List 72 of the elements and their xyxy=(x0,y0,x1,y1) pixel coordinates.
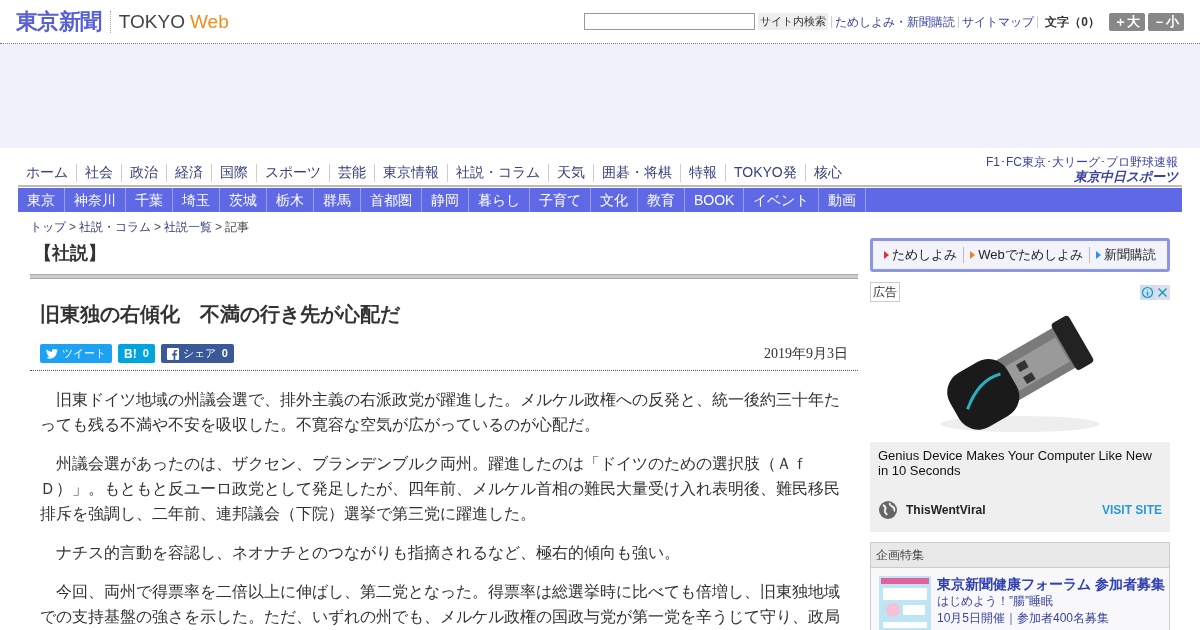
bird-icon xyxy=(46,348,58,359)
article-paragraph: 州議会選があったのは、ザクセン、ブランデンブルク両州。躍進したのは「ドイツのための選択肢（ＡｆＤ）」。もともと反ユーロ政党として発足したが、四年前、メルケル首相の難民大量受け入れ表明後、難民移民排斥を強調し、二年前、連邦議会（下院）選挙で第三党に躍進した。 xyxy=(40,454,841,524)
regional-nav-link[interactable]: イベント xyxy=(744,188,820,212)
feature-text: 10月5日開催｜参加者400名募集 xyxy=(937,610,1111,627)
search-field[interactable] xyxy=(584,13,756,30)
facebook-share-button[interactable]: シェア 0 xyxy=(160,344,234,363)
article-paragraph: 旧東ドイツ地域の州議会選で、排外主義の右派政党が躍進した。メルケル政権への反発と、統一後約三十年たっても残る不満や不安を吸収した。不寛容な空気が広がっているのが心配だ。 xyxy=(40,390,841,435)
nav-link[interactable]: TOKYO発 xyxy=(726,162,805,183)
regional-nav-link[interactable]: 埼玉 xyxy=(173,188,220,212)
nav-link[interactable]: 経済 xyxy=(167,162,211,183)
breadcrumb-link[interactable]: 社説・コラム xyxy=(79,218,151,236)
ad-headline[interactable]: Genius Device Makes Your Computer Like New in 10 Seconds xyxy=(878,448,1162,496)
promo-caption: F1･FC東京･大リーグ･プロ野球速報 xyxy=(986,156,1178,168)
breadcrumb-separator: > xyxy=(154,219,162,236)
regional-nav-link[interactable]: BOOK xyxy=(685,188,745,212)
subscription-link[interactable]: Webでためしよみ xyxy=(970,245,1083,265)
nav-link[interactable]: 国際 xyxy=(212,162,256,183)
regional-nav-link[interactable]: 教育 xyxy=(638,188,685,212)
article-paragraph: 今回、両州で得票率を二倍以上に伸ばし、第二党となった。得票率は総選挙時に比べても倍増し、旧東独地域での支持基盤の強さを示した。ただ、いずれの州でも、メルケル政権の国政与党が第一党を辛うじて守り、政局 xyxy=(40,582,841,627)
close-icon[interactable] xyxy=(1155,284,1170,300)
font-size-button[interactable]: ＋大 xyxy=(1109,12,1145,31)
breadcrumb-current: 記事 xyxy=(225,219,250,236)
search-button[interactable]: サイト内検索 xyxy=(758,13,829,30)
breadcrumb-link[interactable]: トップ xyxy=(30,218,66,236)
panel-heading: 企画特集 xyxy=(871,543,1169,568)
nav-link[interactable]: 政治 xyxy=(122,162,166,183)
regional-nav-link[interactable]: 群馬 xyxy=(314,188,361,212)
nav-link[interactable]: 天気 xyxy=(549,162,593,183)
nav-link[interactable]: 社説・コラム xyxy=(448,162,548,183)
regional-nav-link[interactable]: 文化 xyxy=(591,188,638,212)
nav-link[interactable]: 社会 xyxy=(77,162,121,183)
subscription-link[interactable]: 新聞購読 xyxy=(1095,245,1156,265)
regional-nav-link[interactable]: 暮らし xyxy=(469,188,530,212)
advertiser-name: ThisWentViral xyxy=(906,502,986,519)
regional-nav-link[interactable]: 動画 xyxy=(819,188,867,212)
regional-nav-link[interactable]: 首都圏 xyxy=(361,188,422,212)
regional-nav-link[interactable]: 茨城 xyxy=(220,188,267,212)
article-paragraph: ナチス的言動を容認し、ネオナチとのつながりも指摘されるなど、極右的傾向も強い。 xyxy=(55,543,681,563)
nav-link[interactable]: スポーツ xyxy=(257,162,329,183)
nav-link[interactable]: 囲碁・将棋 xyxy=(594,162,680,183)
nav-link[interactable]: 芸能 xyxy=(330,162,374,183)
breadcrumb-separator: > xyxy=(215,219,223,236)
breadcrumb-link[interactable]: 社説一覧 xyxy=(164,218,213,236)
article-date: 2019年9月3日 xyxy=(764,345,848,363)
regional-nav-link[interactable]: 静岡 xyxy=(422,188,469,212)
article-title: 旧東独の右傾化 不満の行き先が心配だ xyxy=(39,302,402,327)
feature-title-link[interactable]: 東京新聞健康フォーラム 参加者募集 xyxy=(937,576,1165,593)
brand-name: TOKYO xyxy=(118,12,185,31)
f-icon xyxy=(166,347,179,360)
font-size-label: 文字（0） xyxy=(1045,13,1100,31)
regional-nav-link[interactable]: 神奈川 xyxy=(65,188,126,212)
feature-text: はじめよう！”腸”睡眠 xyxy=(937,593,1054,610)
nav-link[interactable]: 核心 xyxy=(805,162,850,183)
brand-name: Web xyxy=(190,12,229,31)
header-link[interactable]: サイトマップ xyxy=(962,12,1035,31)
breadcrumb-separator: > xyxy=(69,219,76,236)
header-link[interactable]: ためしよみ・新聞購読 xyxy=(835,12,956,31)
sports-paper-name: 東京中日スポーツ xyxy=(1074,170,1178,183)
info-icon[interactable] xyxy=(1140,284,1155,300)
regional-nav-link[interactable]: 東京 xyxy=(18,188,65,212)
subscription-link[interactable]: ためしよみ xyxy=(884,245,958,265)
globe-icon xyxy=(878,500,898,520)
nav-link[interactable]: 東京情報 xyxy=(375,162,447,183)
nav-link[interactable]: ホーム xyxy=(18,162,76,183)
ad-label: 広告 xyxy=(870,282,900,302)
section-label: 【社説】 xyxy=(33,242,107,265)
regional-nav-link[interactable]: 栃木 xyxy=(267,188,314,212)
font-size-button[interactable]: －小 xyxy=(1148,12,1184,31)
nav-link[interactable]: 特報 xyxy=(681,162,725,183)
newspaper-logo[interactable]: 東京新聞 xyxy=(16,10,102,33)
regional-nav-link[interactable]: 子育て xyxy=(530,188,591,212)
regional-nav-link[interactable]: 千葉 xyxy=(126,188,173,212)
